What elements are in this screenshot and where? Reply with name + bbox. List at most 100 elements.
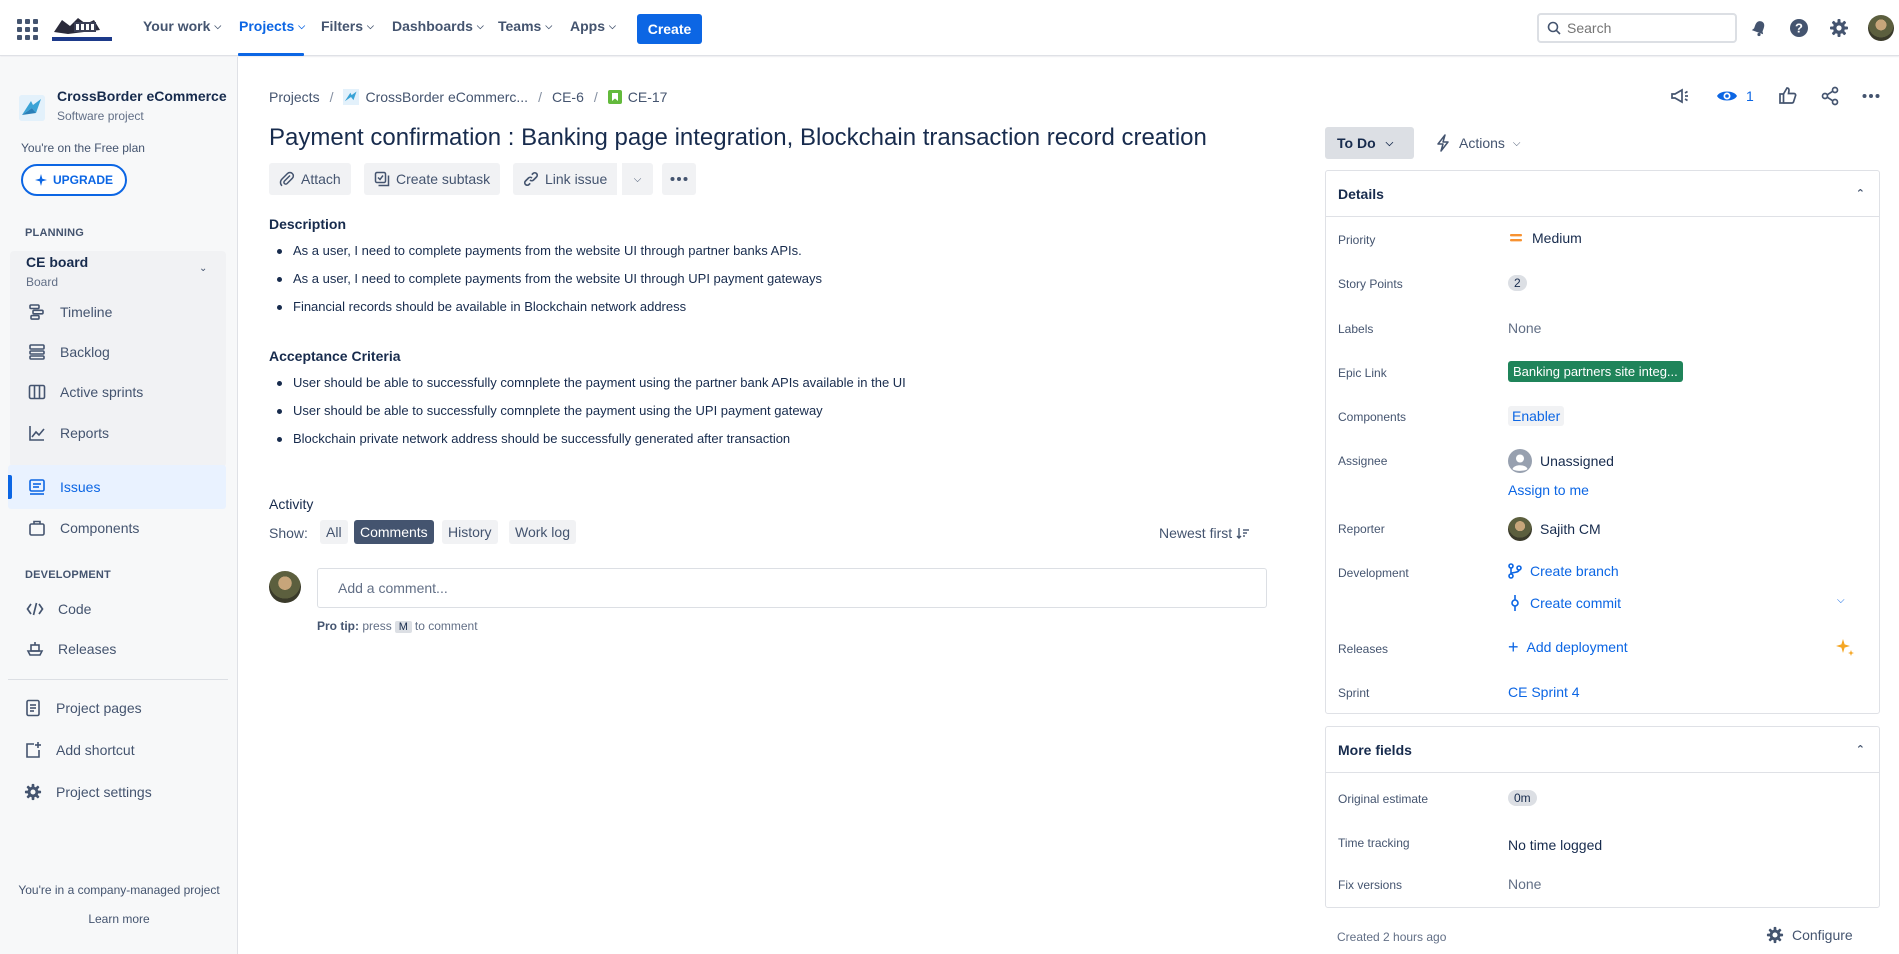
components-label: Components — [1338, 410, 1407, 424]
create-commit-link[interactable]: Create commit — [1508, 595, 1621, 611]
details-header[interactable]: Details ⌃ — [1326, 171, 1879, 217]
nav-filters[interactable]: Filters ⌵ — [321, 18, 374, 34]
nav-dashboards[interactable]: Dashboards ⌵ — [392, 18, 484, 34]
search-field[interactable] — [1537, 13, 1737, 43]
configure-button[interactable]: Configure — [1766, 926, 1853, 944]
help-icon[interactable]: ? — [1787, 16, 1811, 40]
plus-icon: + — [1508, 637, 1519, 657]
development-heading: DEVELOPMENT — [25, 569, 111, 581]
breadcrumb-separator: / — [329, 89, 334, 105]
sidebar-item-code[interactable]: Code — [26, 589, 226, 629]
create-subtask-button[interactable]: Create subtask — [364, 163, 501, 195]
assignee-label: Assignee — [1338, 454, 1388, 468]
project-avatar-icon — [343, 89, 360, 105]
priority-field[interactable]: Medium — [1508, 230, 1582, 246]
story-points-label: Story Points — [1338, 277, 1403, 291]
sidebar-item-backlog[interactable]: Backlog — [28, 332, 228, 372]
add-deployment-link[interactable]: + Add deployment — [1508, 637, 1628, 657]
time-tracking-field[interactable]: No time logged — [1508, 837, 1602, 853]
planning-heading: PLANNING — [25, 227, 85, 239]
add-comment-input[interactable]: Add a comment... — [317, 568, 1267, 608]
project-sidebar: CrossBorder eCommerce Software project Y… — [0, 57, 238, 954]
watchers-button[interactable]: 1 — [1716, 86, 1754, 106]
upgrade-button[interactable]: UPGRADE — [21, 164, 127, 196]
breadcrumb-project[interactable]: CrossBorder eCommerc... — [343, 89, 528, 105]
issue-title[interactable]: Payment confirmation : Banking page inte… — [269, 124, 1207, 152]
chevron-down-icon: ⌵ — [1385, 137, 1394, 149]
releases-label: Releases — [1338, 642, 1389, 656]
sprint-link[interactable]: CE Sprint 4 — [1508, 684, 1580, 700]
more-options-icon[interactable] — [1861, 86, 1881, 111]
subtask-icon — [374, 171, 390, 187]
notifications-icon[interactable] — [1747, 16, 1771, 40]
learn-more-link[interactable]: Learn more — [0, 912, 238, 926]
chevron-down-icon[interactable]: ⌵ — [1837, 595, 1845, 606]
sidebar-item-project-pages[interactable]: Project pages — [24, 688, 224, 728]
breadcrumb-parent[interactable]: CE-6 — [552, 89, 584, 105]
chevron-up-icon: ⌃ — [1855, 188, 1865, 200]
like-icon[interactable] — [1778, 86, 1798, 111]
activity-tab-work-log[interactable]: Work log — [509, 520, 576, 544]
story-points-field[interactable]: 2 — [1508, 275, 1527, 291]
acceptance-item: User should be able to successfully comn… — [277, 375, 906, 390]
ai-sparkle-icon[interactable] — [1834, 637, 1856, 664]
search-input[interactable] — [1567, 20, 1717, 36]
project-avatar-icon — [19, 95, 45, 121]
activity-tab-all[interactable]: All — [320, 520, 348, 544]
sidebar-item-reports[interactable]: Reports — [28, 413, 228, 453]
keyboard-key: M — [394, 621, 412, 633]
site-logo[interactable] — [48, 12, 116, 44]
labels-field[interactable]: None — [1508, 320, 1541, 336]
top-navigation: Your work ⌵ Projects ⌵ Filters ⌵ Dashboards… — [0, 0, 1899, 56]
settings-gear-icon[interactable] — [1827, 16, 1851, 40]
board-name[interactable]: CE board — [26, 254, 88, 270]
components-field[interactable]: Enabler — [1508, 406, 1565, 426]
assignee-field[interactable]: Unassigned — [1508, 449, 1614, 473]
sidebar-item-add-shortcut[interactable]: Add shortcut — [24, 730, 224, 770]
sort-order-button[interactable]: Newest first — [1159, 525, 1250, 541]
more-fields-header[interactable]: More fields ⌃ — [1326, 727, 1879, 773]
nav-projects[interactable]: Projects ⌵ — [239, 18, 305, 34]
reporter-field[interactable]: Sajith CM — [1508, 517, 1601, 541]
assign-to-me-link[interactable]: Assign to me — [1508, 482, 1589, 498]
chevron-down-icon: ⌵ — [609, 21, 616, 31]
unassigned-avatar-icon — [1508, 449, 1532, 473]
app-switcher-icon[interactable] — [14, 16, 38, 40]
nav-your-work[interactable]: Your work ⌵ — [143, 18, 221, 34]
chevron-down-icon: ⌵ — [214, 21, 222, 31]
chevron-down-icon[interactable]: ⌄ — [199, 263, 207, 274]
sidebar-item-components[interactable]: Components — [28, 508, 228, 548]
original-estimate-field[interactable]: 0m — [1508, 790, 1537, 806]
feedback-megaphone-icon[interactable] — [1669, 86, 1689, 111]
chevron-down-icon: ⌵ — [545, 21, 553, 31]
breadcrumb-issue[interactable]: CE-17 — [607, 89, 667, 105]
link-issue-button[interactable]: Link issue — [513, 163, 618, 195]
actions-dropdown[interactable]: Actions ⌵ — [1435, 127, 1521, 159]
breadcrumb-projects[interactable]: Projects — [269, 89, 320, 105]
active-nav-indicator — [238, 53, 304, 56]
fix-versions-field[interactable]: None — [1508, 876, 1541, 892]
sort-icon — [1236, 528, 1250, 539]
create-button[interactable]: Create — [637, 14, 702, 44]
sidebar-item-project-settings[interactable]: Project settings — [24, 772, 224, 812]
project-name[interactable]: CrossBorder eCommerce — [57, 88, 227, 104]
sidebar-item-active-sprints[interactable]: Active sprints — [28, 372, 228, 412]
original-estimate-label: Original estimate — [1338, 792, 1429, 806]
nav-teams[interactable]: Teams ⌵ — [498, 18, 552, 34]
sidebar-item-issues[interactable]: Issues — [28, 467, 228, 507]
user-avatar[interactable] — [1868, 15, 1894, 41]
sidebar-item-releases[interactable]: Releases — [26, 629, 226, 669]
share-icon[interactable] — [1820, 86, 1840, 111]
more-actions-button[interactable] — [662, 163, 696, 195]
link-issue-dropdown[interactable]: ⌵ — [621, 163, 653, 195]
attach-button[interactable]: Attach — [269, 163, 351, 195]
link-icon — [523, 171, 539, 187]
create-branch-link[interactable]: Create branch — [1508, 563, 1619, 579]
activity-tab-history[interactable]: History — [442, 520, 498, 544]
sidebar-item-timeline[interactable]: Timeline — [28, 292, 228, 332]
epic-link-field[interactable]: Banking partners site integ... — [1508, 361, 1683, 382]
breadcrumb-separator: / — [538, 89, 542, 105]
nav-apps[interactable]: Apps ⌵ — [570, 18, 616, 34]
activity-tab-comments[interactable]: Comments — [354, 520, 434, 544]
status-dropdown[interactable]: To Do ⌵ — [1325, 127, 1414, 159]
